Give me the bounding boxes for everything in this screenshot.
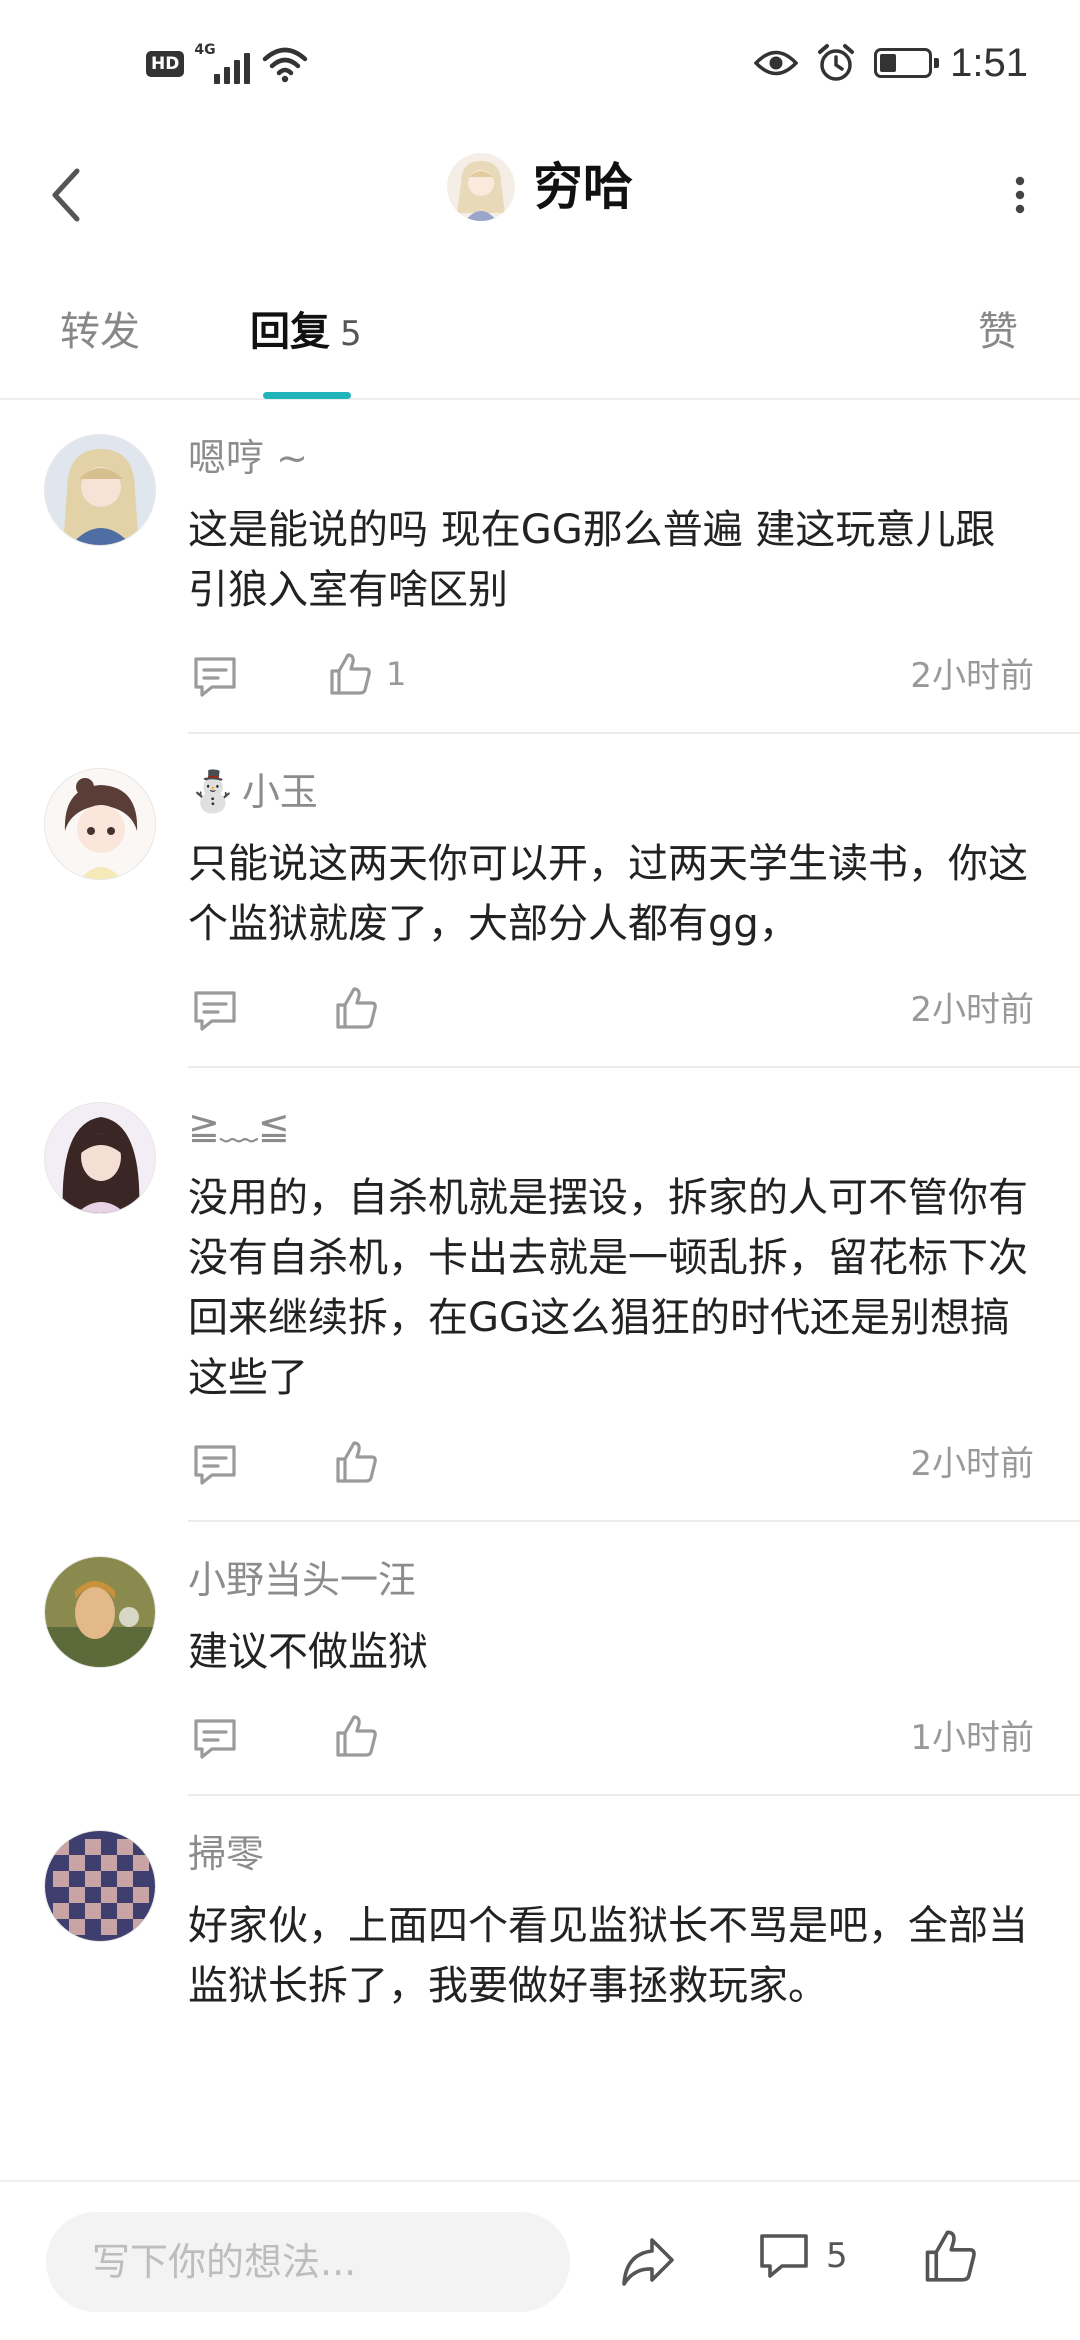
comment-author[interactable]: ⛄ 小玉 xyxy=(188,764,1080,820)
author-name: 小野当头一汪 xyxy=(188,1558,417,1602)
comment-author[interactable]: 小野当头一汪 xyxy=(188,1552,1080,1608)
reply-button[interactable] xyxy=(190,1440,240,1490)
like-button[interactable] xyxy=(332,984,392,1032)
comment-list[interactable]: 嗯哼 ~ 这是能说的吗 现在GG那么普遍 建这玩意儿跟引狼入室有啥区别 1 2小… xyxy=(0,400,1080,2180)
comment-icon xyxy=(194,1719,236,1759)
comment-author[interactable]: 掃零 xyxy=(188,1826,1080,1882)
author-name: ≧﹏≦ xyxy=(188,1104,290,1148)
status-right: 1:51 xyxy=(754,40,1028,86)
avatar[interactable] xyxy=(44,434,156,546)
thumbs-up-icon xyxy=(336,1715,377,1757)
comment-icon xyxy=(194,991,236,1031)
hd-badge: HD xyxy=(146,51,185,77)
thumbs-up-icon xyxy=(925,2230,976,2282)
tab-active-indicator xyxy=(263,392,351,399)
avatar[interactable] xyxy=(44,1556,156,1668)
status-time: 1:51 xyxy=(950,41,1028,85)
share-icon xyxy=(622,2238,674,2286)
avatar[interactable] xyxy=(44,1102,156,1214)
header: 穷哈 xyxy=(0,130,1080,260)
comment-author[interactable]: 嗯哼 ~ xyxy=(188,430,1080,486)
comment-time: 2小时前 xyxy=(910,656,1034,696)
comment-item: 嗯哼 ~ 这是能说的吗 现在GG那么普遍 建这玩意儿跟引狼入室有啥区别 1 2小… xyxy=(0,400,1080,734)
comment-item: 掃零 好家伙，上面四个看见监狱长不骂是吧，全部当监狱长拆了，我要做好事拯救玩家。 xyxy=(0,1796,1080,2016)
snowman-icon: ⛄ xyxy=(188,769,238,815)
thumbs-up-icon xyxy=(330,653,371,695)
network-type: 4G xyxy=(194,42,216,58)
author-name: 嗯哼 ~ xyxy=(188,436,308,480)
signal-icon: 4G xyxy=(194,42,252,84)
like-post-button[interactable] xyxy=(920,2226,980,2286)
comment-icon xyxy=(760,2234,808,2278)
tab-repost-label: 转发 xyxy=(60,309,140,355)
comment-body: 嗯哼 ~ 这是能说的吗 现在GG那么普遍 建这玩意儿跟引狼入室有啥区别 1 2小… xyxy=(188,430,1080,706)
avatar[interactable] xyxy=(44,768,156,880)
comment-item: ⛄ 小玉 只能说这两天你可以开，过两天学生读书，你这个监狱就废了，大部分人都有g… xyxy=(0,734,1080,1068)
user-avatar[interactable] xyxy=(447,153,515,221)
share-button[interactable] xyxy=(618,2232,678,2292)
comment-icon xyxy=(194,657,236,697)
comment-time: 2小时前 xyxy=(910,990,1034,1030)
comment-actions: 1小时前 xyxy=(188,1708,1080,1768)
status-bar: HD 4G 1:51 xyxy=(0,0,1080,130)
title-group: 穷哈 xyxy=(0,152,1080,222)
comment-author[interactable]: ≧﹏≦ xyxy=(188,1098,1080,1154)
page-title: 穷哈 xyxy=(533,158,633,216)
comment-body: 小野当头一汪 建议不做监狱 1小时前 xyxy=(188,1552,1080,1768)
alarm-icon xyxy=(818,44,855,81)
comment-body: ≧﹏≦ 没用的，自杀机就是摆设，拆家的人可不管你有没有自杀机，卡出去就是一顿乱拆… xyxy=(188,1098,1080,1494)
author-name: 小玉 xyxy=(241,770,318,814)
reply-input[interactable] xyxy=(90,2239,554,2285)
comment-text: 建议不做监狱 xyxy=(188,1629,428,1675)
tab-likes-label: 赞 xyxy=(978,309,1018,355)
comment-item: 小野当头一汪 建议不做监狱 1小时前 xyxy=(0,1522,1080,1796)
tab-replies[interactable]: 回复 5 xyxy=(250,304,362,362)
tab-replies-count: 5 xyxy=(340,314,362,354)
avatar[interactable] xyxy=(44,1830,156,1942)
tab-bar: 转发 回复 5 赞 xyxy=(0,290,1080,400)
comment-text: 这是能说的吗 现在GG那么普遍 建这玩意儿跟引狼入室有啥区别 xyxy=(188,507,996,613)
comment-text: 好家伙，上面四个看见监狱长不骂是吧，全部当监狱长拆了，我要做好事拯救玩家。 xyxy=(188,1903,1028,2009)
comment-text: 只能说这两天你可以开，过两天学生读书，你这个监狱就废了，大部分人都有gg， xyxy=(188,841,1028,947)
thumbs-up-icon xyxy=(336,1441,377,1483)
status-left: HD 4G xyxy=(146,42,308,84)
more-button[interactable] xyxy=(990,160,1050,230)
comment-text: 没用的，自杀机就是摆设，拆家的人可不管你有没有自杀机，卡出去就是一顿乱拆，留花标… xyxy=(188,1175,1028,1401)
reply-input-container[interactable] xyxy=(46,2212,570,2312)
comment-actions: 2小时前 xyxy=(188,980,1080,1040)
comment-time: 1小时前 xyxy=(910,1718,1034,1758)
comment-time: 2小时前 xyxy=(910,1444,1034,1484)
battery-icon xyxy=(874,48,940,78)
comment-icon xyxy=(194,1445,236,1485)
reply-button[interactable] xyxy=(190,986,240,1036)
comments-button[interactable]: 5 xyxy=(756,2228,848,2284)
comment-item: ≧﹏≦ 没用的，自杀机就是摆设，拆家的人可不管你有没有自杀机，卡出去就是一顿乱拆… xyxy=(0,1068,1080,1522)
like-button[interactable] xyxy=(332,1438,392,1486)
screen: HD 4G 1:51 穷哈 转发 回复 5 赞 嗯哼 ~ 这是能说的吗 现在GG… xyxy=(0,0,1080,2340)
author-name: 掃零 xyxy=(188,1832,265,1876)
eye-icon xyxy=(754,50,799,76)
comment-body: ⛄ 小玉 只能说这两天你可以开，过两天学生读书，你这个监狱就废了，大部分人都有g… xyxy=(188,764,1080,1040)
reply-button[interactable] xyxy=(190,652,240,702)
comment-count: 5 xyxy=(826,2236,848,2276)
comment-actions: 1 2小时前 xyxy=(188,646,1080,706)
tab-repost[interactable]: 转发 xyxy=(60,304,140,360)
comment-body: 掃零 好家伙，上面四个看见监狱长不骂是吧，全部当监狱长拆了，我要做好事拯救玩家。 xyxy=(188,1826,1080,2016)
like-button[interactable]: 1 xyxy=(326,650,406,698)
thumbs-up-icon xyxy=(336,987,377,1029)
wifi-icon xyxy=(263,47,308,83)
bottom-bar: 5 xyxy=(0,2180,1080,2340)
tab-replies-label: 回复 xyxy=(250,309,330,355)
like-button[interactable] xyxy=(332,1712,392,1760)
reply-button[interactable] xyxy=(190,1714,240,1764)
like-count: 1 xyxy=(386,655,407,693)
comment-actions: 2小时前 xyxy=(188,1434,1080,1494)
more-vertical-icon xyxy=(1015,176,1025,214)
tab-likes[interactable]: 赞 xyxy=(978,304,1018,360)
